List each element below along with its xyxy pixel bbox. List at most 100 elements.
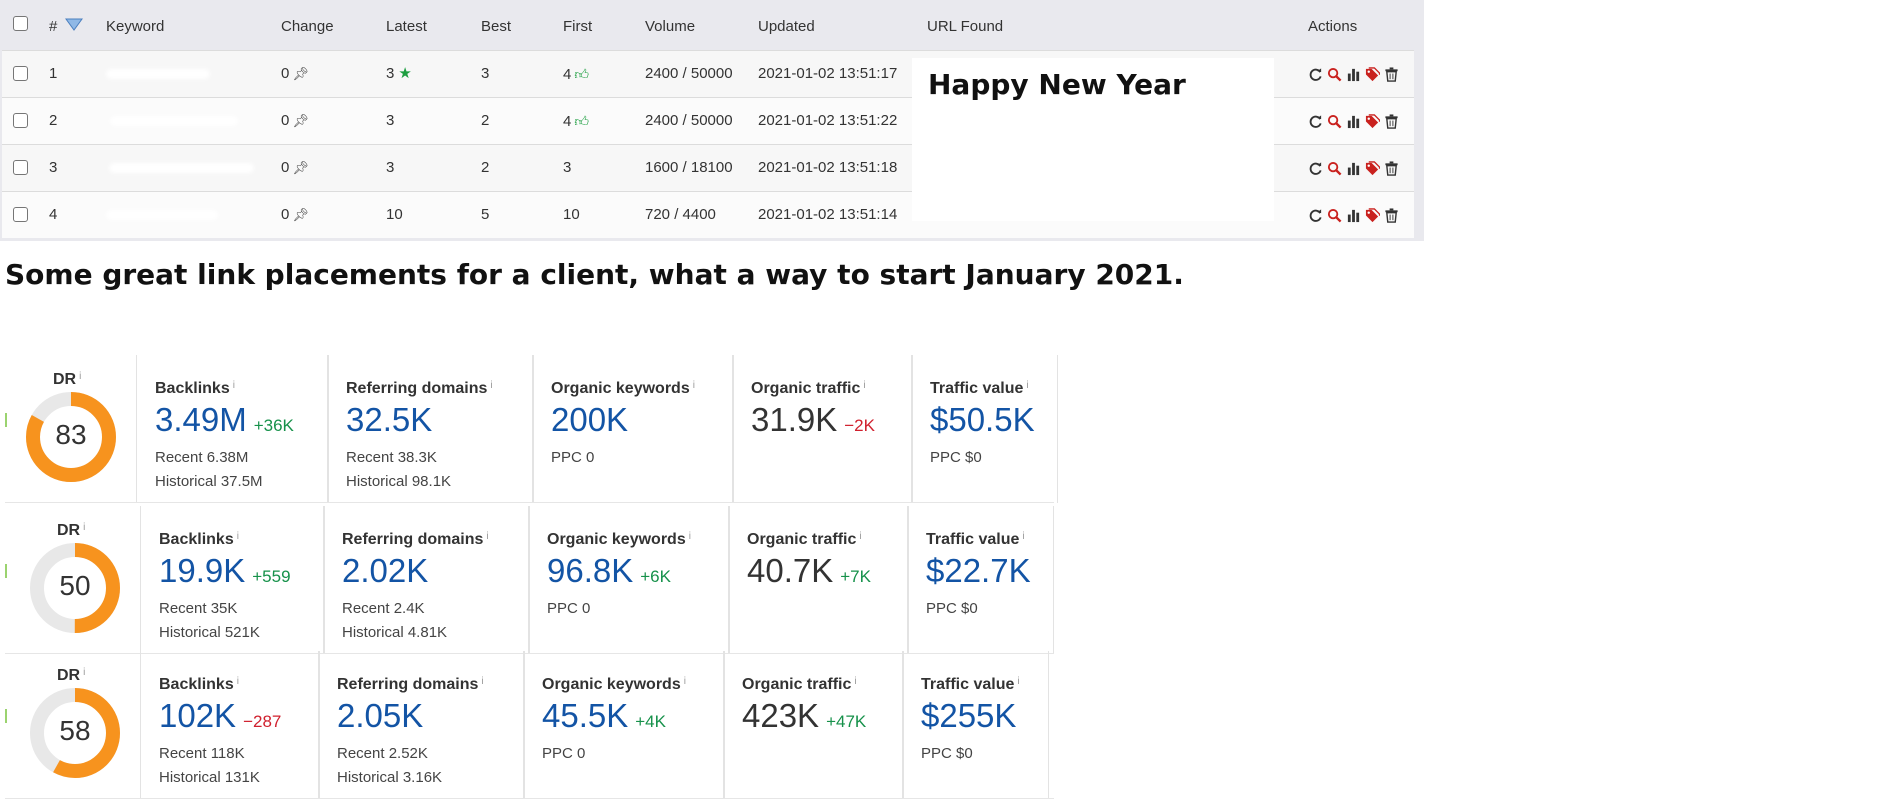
updated-cell: 2021-01-02 13:51:14 [758, 206, 898, 223]
thumbs-up-icon: 👍︎ [574, 113, 589, 129]
delta-value: +7K [840, 567, 871, 586]
tag-icon[interactable] [1365, 207, 1380, 223]
header-keyword[interactable]: Keyword [106, 0, 164, 54]
info-icon[interactable]: i [689, 531, 691, 542]
row-divider [5, 502, 1054, 503]
metric-label: Organic traffic i [751, 380, 866, 397]
metric-value: 96.8K +6K [547, 552, 671, 589]
refresh-icon[interactable] [1308, 114, 1323, 129]
star-icon: ★ [398, 65, 412, 82]
dr-value: 58 [59, 715, 91, 746]
info-icon[interactable]: i [83, 522, 85, 533]
rank-cell: 1 [49, 65, 58, 82]
bar-chart-icon[interactable] [1346, 208, 1361, 223]
search-icon[interactable] [1327, 208, 1342, 223]
info-icon[interactable]: i [486, 531, 488, 542]
header-updated[interactable]: Updated [758, 0, 815, 54]
dr-label: DR i [57, 667, 86, 684]
info-icon[interactable]: i [237, 531, 239, 542]
header-change[interactable]: Change [281, 0, 334, 54]
domain-rating-box: DR i 58 [5, 651, 140, 799]
info-icon[interactable]: i [481, 676, 483, 687]
metric-sub-recent: Recent 35K [159, 600, 238, 617]
volume-cell: 2400 / 50000 [645, 112, 733, 129]
search-icon[interactable] [1327, 67, 1342, 82]
metric-value: $50.5K [930, 401, 1035, 438]
delta-value: −2K [844, 416, 875, 435]
info-icon[interactable]: i [79, 371, 81, 382]
search-icon[interactable] [1327, 114, 1342, 129]
refresh-icon[interactable] [1308, 208, 1323, 223]
pin-icon[interactable]: 📌︎ [292, 207, 309, 222]
trash-icon[interactable] [1384, 160, 1399, 176]
dr-label: DR i [57, 522, 86, 539]
metric-sub-historical: Historical 521K [159, 624, 260, 641]
info-icon[interactable]: i [237, 676, 239, 687]
info-icon[interactable]: i [490, 380, 492, 391]
info-icon[interactable]: i [859, 531, 861, 542]
header-rank[interactable]: # [49, 0, 84, 54]
sort-down-icon[interactable] [64, 17, 84, 33]
metric-value: 45.5K +4K [542, 697, 666, 734]
latest-cell: 10 [386, 206, 403, 223]
info-icon[interactable]: i [233, 380, 235, 391]
first-cell: 10 [563, 206, 580, 223]
header-latest[interactable]: Latest [386, 0, 427, 54]
row-actions [1308, 98, 1399, 144]
metric-label: Referring domains i [337, 676, 484, 693]
trash-icon[interactable] [1384, 66, 1399, 82]
updated-cell: 2021-01-02 13:51:22 [758, 112, 898, 129]
trash-icon[interactable] [1384, 113, 1399, 129]
info-icon[interactable]: i [1026, 380, 1028, 391]
info-icon[interactable]: i [684, 676, 686, 687]
table-header: # Keyword Change Latest Best First Volum… [2, 0, 1414, 54]
header-best[interactable]: Best [481, 0, 511, 54]
updated-cell: 2021-01-02 13:51:17 [758, 65, 898, 82]
metric-label: Backlinks i [155, 380, 235, 397]
updated-cell: 2021-01-02 13:51:18 [758, 159, 898, 176]
metric-value: 2.02K [342, 552, 429, 589]
change-cell: 0 📌︎ [281, 112, 309, 129]
metric-value: 40.7K +7K [747, 552, 871, 589]
metric-label: Traffic value i [930, 380, 1029, 397]
best-cell: 2 [481, 112, 490, 129]
row-checkbox[interactable] [13, 160, 28, 175]
metric-sub-sub: PPC 0 [547, 600, 591, 617]
trash-icon[interactable] [1384, 207, 1399, 223]
row-checkbox[interactable] [13, 66, 28, 81]
metrics-row: DR i 50 Backlinks i 19.9K +559 Recent 35K Histor… [5, 506, 1054, 654]
metric-value: 200K [551, 401, 629, 438]
bar-chart-icon[interactable] [1346, 67, 1361, 82]
tag-icon[interactable] [1365, 113, 1380, 129]
metric-sub-sub: PPC $0 [921, 745, 973, 762]
refresh-icon[interactable] [1308, 161, 1323, 176]
info-icon[interactable]: i [693, 380, 695, 391]
select-all-checkbox[interactable] [13, 16, 28, 31]
backlinks-box: Backlinks i 19.9K +559 Recent 35K Historical … [140, 506, 325, 654]
info-icon[interactable]: i [1017, 676, 1019, 687]
tag-icon[interactable] [1365, 66, 1380, 82]
rank-cell: 3 [49, 159, 58, 176]
header-first[interactable]: First [563, 0, 592, 54]
info-icon[interactable]: i [863, 380, 865, 391]
pin-icon[interactable]: 📌︎ [292, 160, 309, 175]
refresh-icon[interactable] [1308, 67, 1323, 82]
pin-icon[interactable]: 📌︎ [292, 113, 309, 128]
metric-sub-historical: Historical 131K [159, 769, 260, 786]
search-icon[interactable] [1327, 161, 1342, 176]
pin-icon[interactable]: 📌︎ [292, 66, 309, 81]
row-checkbox[interactable] [13, 207, 28, 222]
metric-value: $255K [921, 697, 1017, 734]
organic-traffic-box: Organic traffic i 40.7K +7K [728, 506, 909, 654]
volume-cell: 1600 / 18100 [645, 159, 733, 176]
header-volume[interactable]: Volume [645, 0, 695, 54]
referring-domains-box: Referring domains i 32.5K Recent 38.3K Histo… [327, 355, 534, 503]
bar-chart-icon[interactable] [1346, 114, 1361, 129]
row-checkbox[interactable] [13, 113, 28, 128]
info-icon[interactable]: i [854, 676, 856, 687]
info-icon[interactable]: i [1022, 531, 1024, 542]
info-icon[interactable]: i [83, 667, 85, 678]
dr-value: 83 [55, 419, 87, 450]
bar-chart-icon[interactable] [1346, 161, 1361, 176]
tag-icon[interactable] [1365, 160, 1380, 176]
